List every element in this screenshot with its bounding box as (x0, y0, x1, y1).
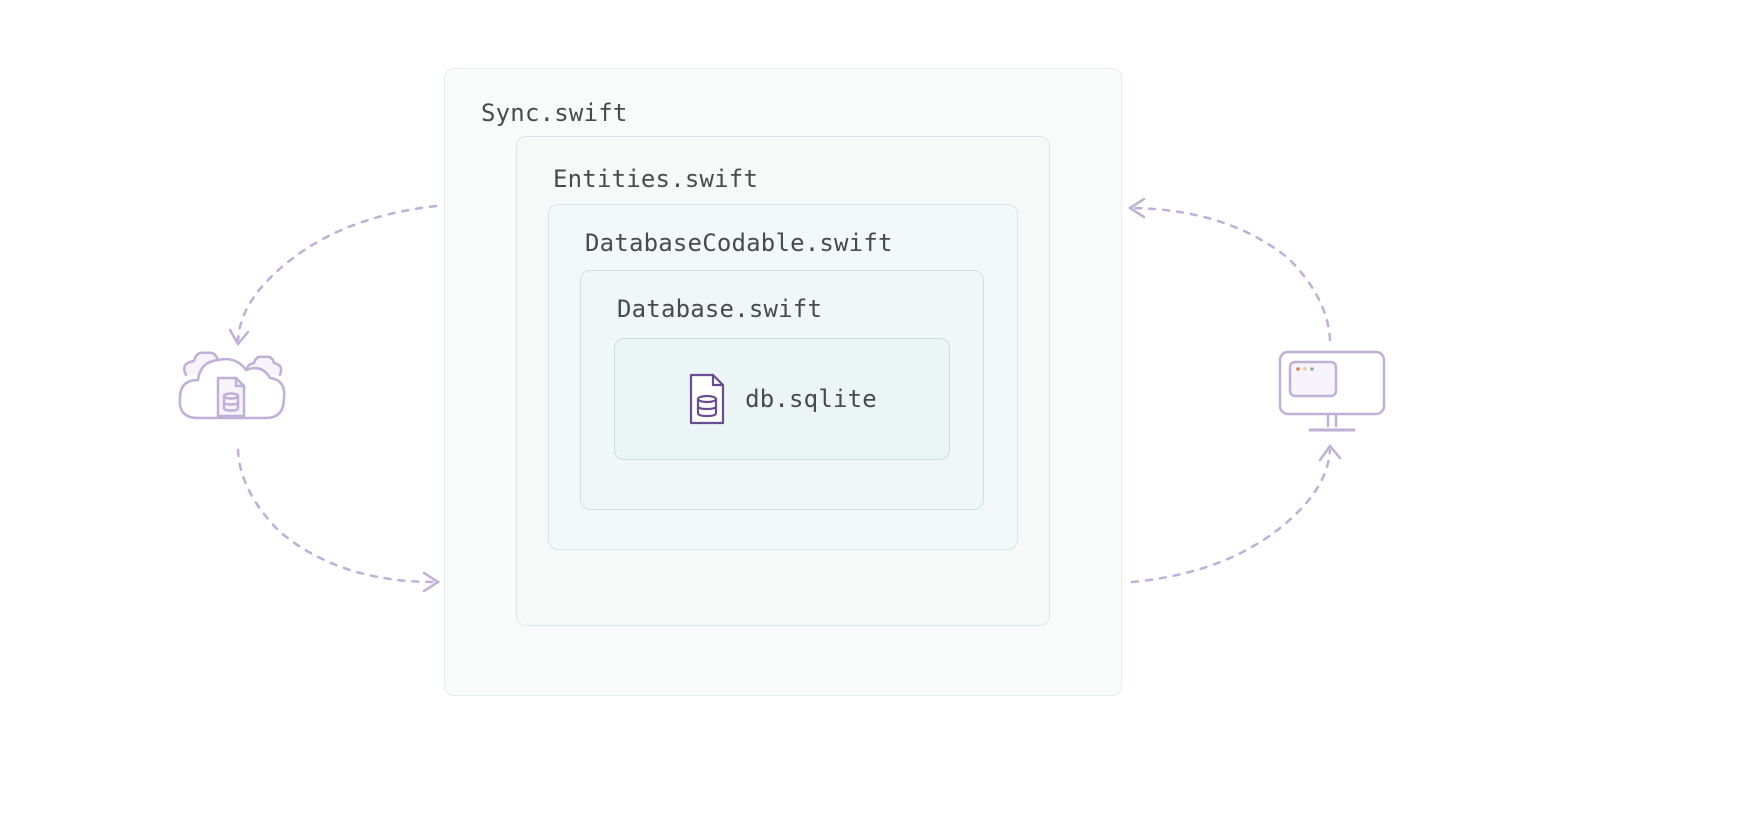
cloud-storage-icon (178, 340, 298, 440)
arrow-right-top (1118, 198, 1348, 348)
box-sqlite: db.sqlite (614, 338, 950, 460)
arrow-left-top (220, 198, 450, 348)
computer-icon (1272, 348, 1392, 438)
label-dbcodable: DatabaseCodable.swift (585, 229, 981, 257)
database-file-icon (687, 373, 727, 425)
label-entities: Entities.swift (553, 165, 1013, 193)
arrow-right-bottom (1118, 442, 1348, 592)
label-sqlite: db.sqlite (745, 385, 877, 413)
diagram-canvas: Sync.swift Entities.swift DatabaseCodabl… (0, 0, 1760, 820)
label-sync: Sync.swift (481, 99, 1085, 127)
arrow-left-bottom (220, 442, 450, 592)
label-database: Database.swift (617, 295, 947, 323)
